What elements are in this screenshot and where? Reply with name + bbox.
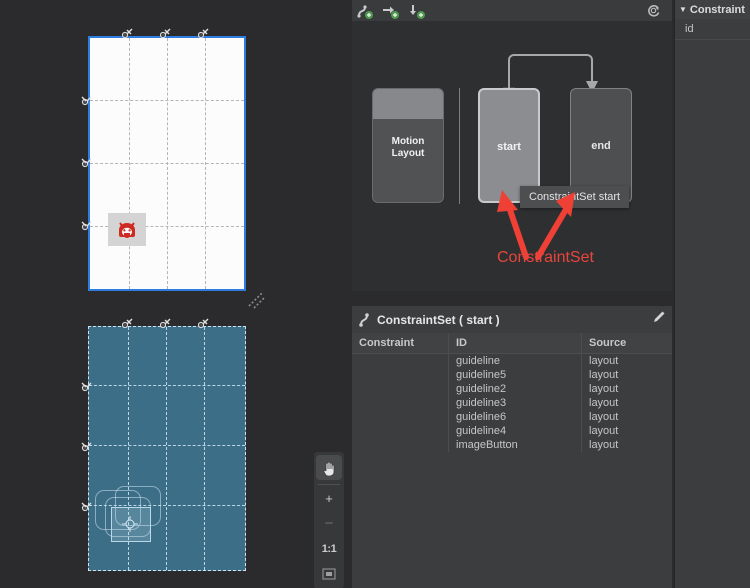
add-transition-icon [357,4,373,19]
bp-guideline-vertical-2[interactable] [166,327,167,570]
design-view-device[interactable] [88,36,246,291]
pan-tool-button[interactable] [316,455,342,480]
bp-guideline-handle-v1[interactable] [122,318,133,329]
add-constraintset-icon [410,4,425,19]
guideline-handle-h2[interactable] [81,157,92,168]
cell-id: guideline [448,353,582,368]
table-row[interactable]: imageButton layout [352,438,672,452]
guideline-handle-v1[interactable] [122,28,133,39]
create-transition-button[interactable] [352,0,378,21]
pencil-icon [654,311,665,322]
zoom-in-button[interactable]: + [316,486,342,511]
cell-id: guideline2 [448,382,582,396]
guideline-vertical-3[interactable] [205,38,206,289]
bp-guideline-vertical-3[interactable] [204,327,205,570]
guideline-vertical-2[interactable] [167,38,168,289]
constraintset-panel-header: ConstraintSet ( start ) [352,306,672,333]
guideline-handle-h1[interactable] [81,95,92,106]
actual-size-button[interactable]: 1:1 [316,536,342,561]
edit-button[interactable] [652,310,666,329]
cell-source: layout [581,353,672,368]
bp-guideline-handle-h3[interactable] [81,501,92,512]
hand-icon [323,461,335,476]
zoom-to-fit-button[interactable] [316,561,342,586]
guideline-horizontal-2[interactable] [90,163,244,164]
blueprint-view-device[interactable] [88,326,246,571]
cycle-icon [647,5,659,17]
motion-graph-canvas[interactable]: Motion Layout start end ConstraintSet st… [352,21,672,291]
constraintset-annotation-label: ConstraintSet [497,249,594,266]
table-row[interactable]: guideline2 layout [352,382,672,396]
cycle-states-button[interactable] [640,0,666,21]
android-mascot-icon [119,221,135,238]
cell-id: guideline5 [448,368,582,382]
constraintset-table-body: guideline layout guideline5 layout guideline… [352,353,672,452]
zoom-out-button[interactable]: − [316,511,342,536]
constraintset-properties-panel: ConstraintSet ( start ) Constraint ID So… [352,306,672,588]
table-row[interactable]: guideline layout [352,353,672,368]
cell-source: layout [581,396,672,410]
table-row[interactable]: guideline5 layout [352,368,672,382]
bp-guideline-horizontal-2[interactable] [89,445,245,446]
create-constraintset-button[interactable] [404,0,430,21]
cell-constraint [352,368,449,382]
bp-widget-imagebutton[interactable] [111,507,151,542]
bp-guideline-handle-v2[interactable] [160,318,171,329]
constraintset-panel-title: ConstraintSet ( start ) [377,312,500,327]
constraintset-table[interactable]: Constraint ID Source guideline layout guid… [352,333,672,452]
cell-source: layout [581,382,672,396]
chevron-down-icon[interactable]: ▼ [679,5,687,14]
bp-guideline-handle-v3[interactable] [198,318,209,329]
cell-source: layout [581,438,672,452]
column-header-source[interactable]: Source [581,333,672,354]
widget-imagebutton[interactable] [108,213,146,246]
cell-id: guideline3 [448,396,582,410]
annotation-arrows [497,190,575,260]
guideline-handle-h3[interactable] [81,220,92,231]
attributes-section-header[interactable]: ▼ Constraint [675,0,750,19]
guideline-horizontal-1[interactable] [90,100,244,101]
motion-editor-panel: Motion Layout start end ConstraintSet st… [352,0,672,588]
attribute-row-id[interactable]: id [675,19,750,40]
table-row[interactable]: guideline4 layout [352,424,672,438]
cell-constraint [352,438,449,452]
cell-id: guideline4 [448,424,582,438]
table-row[interactable]: guideline3 layout [352,396,672,410]
attributes-panel: ▼ Constraint id [674,0,750,588]
cell-constraint [352,353,449,368]
column-header-constraint[interactable]: Constraint [352,333,449,354]
zoom-controls[interactable]: + − 1:1 [314,452,344,588]
guideline-handle-v2[interactable] [160,28,171,39]
cell-constraint [352,410,449,424]
cell-source: layout [581,424,672,438]
attribute-label-id: id [685,23,694,35]
guideline-handle-v3[interactable] [198,28,209,39]
cell-id: guideline6 [448,410,582,424]
fit-screen-icon [322,568,336,579]
canvas-resize-handle[interactable] [246,290,266,310]
zoom-divider-1 [318,484,340,485]
create-onclick-button[interactable] [378,0,404,21]
cell-source: layout [581,368,672,382]
cell-constraint [352,424,449,438]
bp-guideline-handle-h1[interactable] [81,381,92,392]
design-surface[interactable]: + − 1:1 [0,0,350,588]
constraintset-icon [359,313,369,327]
bp-guideline-handle-h2[interactable] [81,441,92,452]
motion-editor-screen: + − 1:1 Motion Layout start end Constrai… [0,0,750,588]
guideline-vertical-1[interactable] [129,38,130,289]
bp-widget-anchor-icon [122,516,138,532]
cell-constraint [352,382,449,396]
cell-id: imageButton [448,438,582,452]
motion-editor-toolbar [352,0,672,21]
cell-constraint [352,396,449,410]
cell-source: layout [581,410,672,424]
column-header-id[interactable]: ID [448,333,582,354]
attributes-section-title: Constraint [689,3,745,16]
add-arrow-icon [383,6,399,19]
bp-guideline-horizontal-1[interactable] [89,385,245,386]
table-header-row: Constraint ID Source [352,333,672,354]
table-row[interactable]: guideline6 layout [352,410,672,424]
